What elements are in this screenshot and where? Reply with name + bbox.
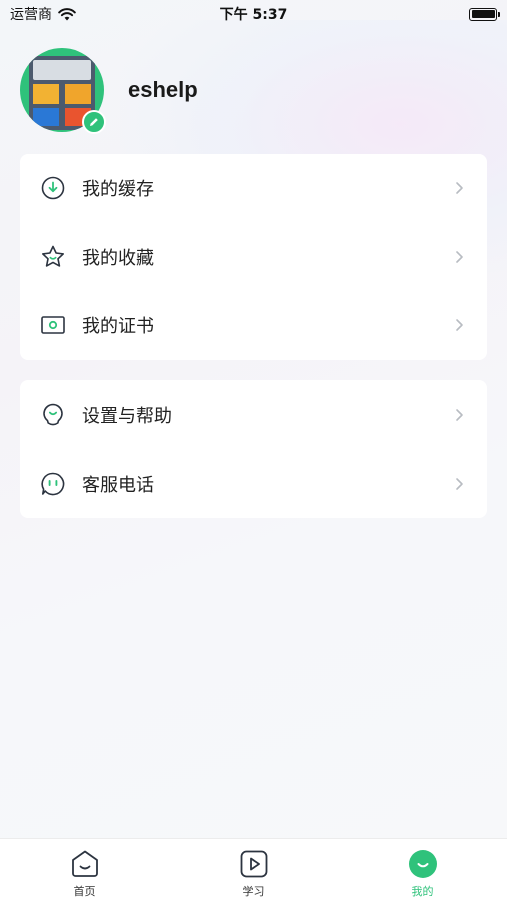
certificate-icon xyxy=(40,312,66,338)
wifi-icon xyxy=(58,7,76,20)
avatar-container[interactable] xyxy=(20,48,106,134)
status-left: 运营商 xyxy=(10,4,76,24)
tab-home[interactable]: 首页 xyxy=(0,839,169,900)
chevron-right-icon xyxy=(456,408,463,421)
chevron-right-icon xyxy=(456,477,463,490)
play-icon xyxy=(239,849,269,879)
chevron-right-icon xyxy=(456,251,463,263)
battery-icon xyxy=(469,7,500,21)
status-bar: 运营商 下午 5:37 xyxy=(0,0,507,28)
menu-item-label: 设置与帮助 xyxy=(82,405,172,427)
chevron-right-icon xyxy=(456,182,463,195)
menu-card-primary: 我的缓存 我的收藏 我的证书 xyxy=(20,154,487,360)
tab-bar: 首页 学习 我的 xyxy=(0,838,507,900)
menu-item-settings-help[interactable]: 设置与帮助 xyxy=(20,380,487,449)
profile-smile-icon xyxy=(408,849,438,879)
tab-label: 我的 xyxy=(411,885,434,898)
profile-header: eshelp xyxy=(20,48,198,134)
menu-item-label: 我的证书 xyxy=(82,316,154,338)
menu-item-label: 我的收藏 xyxy=(82,247,154,269)
edit-avatar-button[interactable] xyxy=(82,110,106,134)
download-circle-icon xyxy=(40,175,66,201)
status-time: 下午 5:37 xyxy=(219,7,288,23)
menu-item-label: 客服电话 xyxy=(82,474,154,496)
chevron-right-icon xyxy=(456,319,463,332)
lightbulb-icon xyxy=(40,402,66,428)
menu-item-certificates[interactable]: 我的证书 xyxy=(20,291,487,360)
menu-item-label: 我的缓存 xyxy=(82,179,154,201)
menu-item-favorites[interactable]: 我的收藏 xyxy=(20,223,487,292)
carrier-label: 运营商 xyxy=(10,7,52,23)
home-icon xyxy=(70,849,100,879)
star-icon xyxy=(40,244,66,270)
tab-study[interactable]: 学习 xyxy=(169,839,338,900)
menu-card-secondary: 设置与帮助 客服电话 xyxy=(20,380,487,518)
tab-label: 首页 xyxy=(73,885,96,898)
username: eshelp xyxy=(128,77,198,102)
pencil-icon xyxy=(90,118,98,126)
tab-label: 学习 xyxy=(242,885,265,898)
chat-bubble-icon xyxy=(40,471,66,497)
tab-mine[interactable]: 我的 xyxy=(338,839,507,900)
menu-item-cache[interactable]: 我的缓存 xyxy=(20,154,487,223)
menu-item-customer-service[interactable]: 客服电话 xyxy=(20,449,487,518)
